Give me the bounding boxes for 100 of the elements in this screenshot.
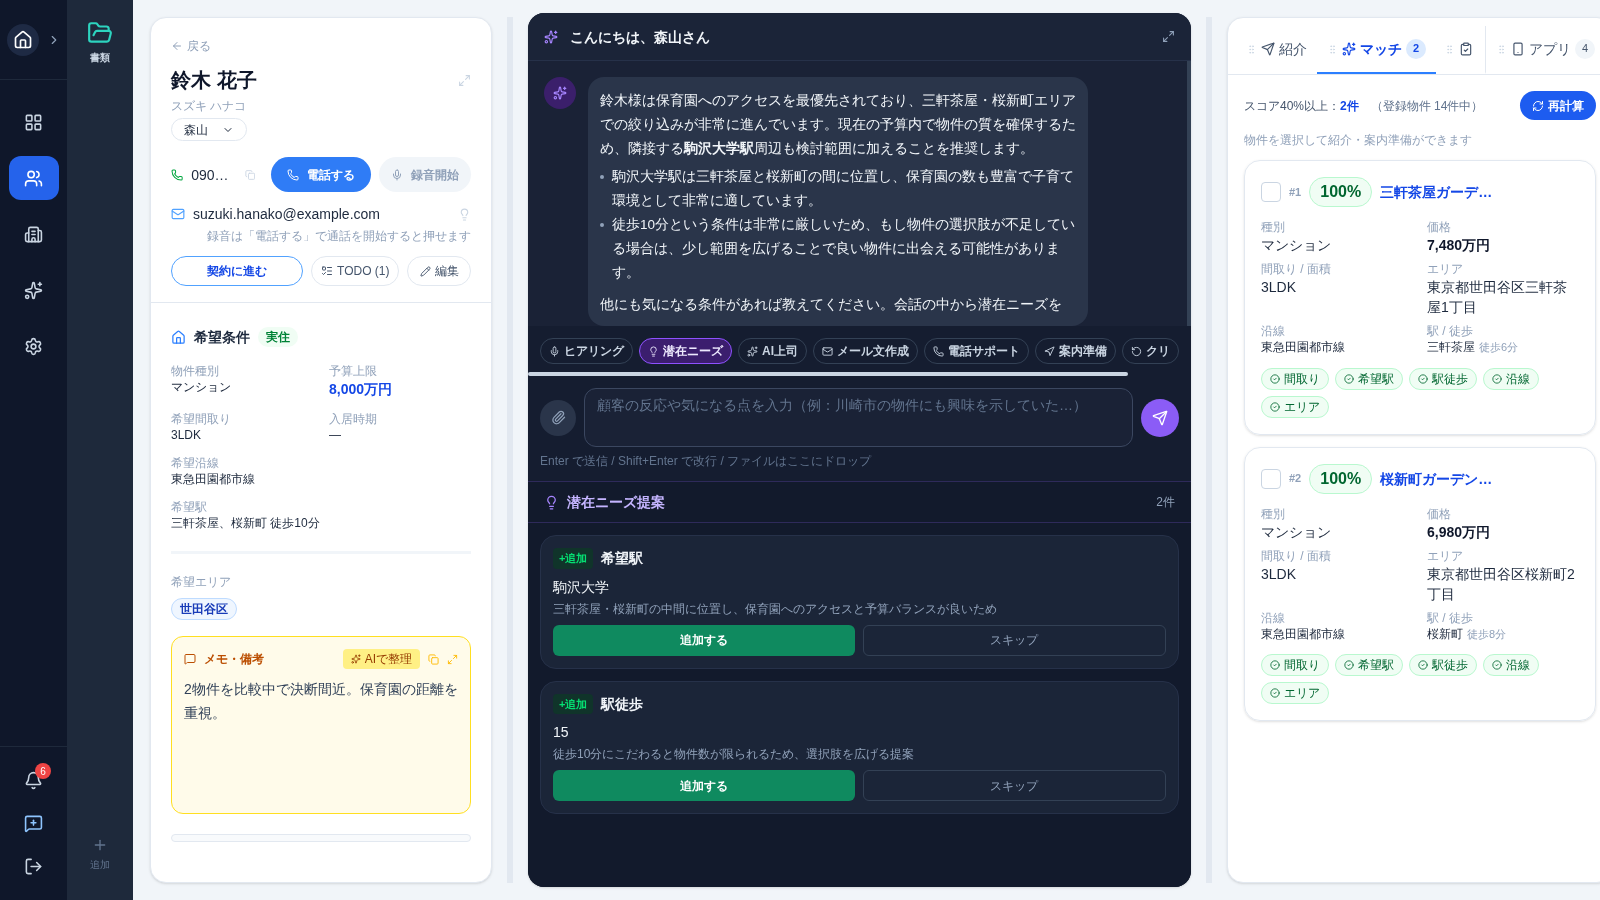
field-label: 間取り / 面積 bbox=[1261, 547, 1332, 564]
add-tag: +追加 bbox=[553, 693, 594, 714]
field-label: 希望沿線 bbox=[171, 455, 220, 471]
walk-time: 徒歩8分 bbox=[1467, 626, 1507, 642]
field-value: マンション bbox=[171, 379, 232, 395]
tab-badge: 4 bbox=[1575, 39, 1595, 59]
match-tag: 駅徒歩 bbox=[1409, 654, 1477, 676]
walk-time: 徒歩6分 bbox=[1479, 340, 1519, 355]
suggestion-reason: 三軒茶屋・桜新町の中間に位置し、保育園へのアクセスと予算バランスが良いため bbox=[553, 600, 998, 617]
field-label: 希望エリア bbox=[171, 574, 232, 590]
field-label: 価格 bbox=[1427, 219, 1452, 235]
field-label: 沿線 bbox=[1261, 323, 1286, 339]
panel-tab[interactable]: アプリ 4 bbox=[1485, 26, 1600, 74]
suggestion-field: 希望駅 bbox=[601, 548, 644, 569]
field-value: 東急田園都市線 bbox=[171, 471, 256, 487]
skip-button[interactable]: スキップ bbox=[862, 770, 1166, 801]
field-value: 東急田園都市線 bbox=[1261, 339, 1345, 355]
field-value: 三軒茶屋 bbox=[1427, 339, 1475, 355]
field-label: 種別 bbox=[1261, 219, 1286, 235]
suggestion-value: 15 bbox=[553, 723, 570, 742]
match-tag: エリア bbox=[1261, 395, 1329, 418]
property-name[interactable]: 桜新町ガーデン… bbox=[1380, 468, 1493, 489]
field-value: 3LDK bbox=[1261, 564, 1297, 584]
field-value: 東急田園都市線 bbox=[1261, 625, 1345, 642]
status-badge: 実住 bbox=[258, 327, 298, 347]
input-hint: Enter で送信 / Shift+Enter で改行 / ファイルはここにドロップ bbox=[539, 453, 873, 469]
notification-badge: 6 bbox=[35, 763, 51, 779]
score-note: （登録物件 14件中） bbox=[1370, 97, 1485, 114]
call-button[interactable]: 電話する bbox=[271, 157, 371, 192]
suggestions-count: 2件 bbox=[1156, 494, 1175, 510]
field-value: — bbox=[329, 427, 342, 443]
score-badge: 100% bbox=[1309, 463, 1373, 494]
phone-number: 090… bbox=[191, 165, 229, 185]
field-value: マンション bbox=[1261, 522, 1331, 542]
property-rank: #1 bbox=[1289, 184, 1302, 200]
match-tag: 沿線 bbox=[1483, 367, 1539, 390]
message-text: 鈴木様は保育園へのアクセスを最優先されており、三軒茶屋・桜新町エリアでの絞り込みが非常に進んでいます。現在の予算内で物件の質を確保するため、隣接する駒沢大学駅周辺も検討範囲に加えることを推奨します。 bbox=[600, 92, 1076, 158]
match-tag: エリア bbox=[1261, 682, 1329, 704]
memo-text: 2物件を比較中で決断間近。保育園の距離を重視。 bbox=[184, 680, 458, 723]
recalculate-button[interactable]: 再計算 bbox=[1520, 91, 1596, 120]
field-label: 入居時期 bbox=[329, 411, 378, 427]
match-tag: 希望駅 bbox=[1335, 367, 1403, 390]
field-label: エリア bbox=[1427, 261, 1464, 277]
field-value: 3LDK bbox=[1261, 278, 1297, 297]
email-address: suzuki.hanako@example.com bbox=[193, 205, 381, 224]
skip-button[interactable]: スキップ bbox=[862, 624, 1166, 656]
add-button[interactable]: 追加する bbox=[553, 770, 855, 801]
field-label: 価格 bbox=[1427, 505, 1452, 522]
field-value: 6,980万円 bbox=[1427, 522, 1491, 542]
suggestion-field: 駅徒歩 bbox=[601, 693, 644, 714]
match-tag: 駅徒歩 bbox=[1409, 367, 1477, 390]
field-label: 予算上限 bbox=[329, 363, 378, 379]
field-value: 8,000万円 bbox=[329, 380, 394, 399]
suggestion-reason: 徒歩10分にこだわると物件数が限られるため、選択肢を広げる提案 bbox=[553, 746, 916, 762]
match-tag: 間取り bbox=[1261, 654, 1329, 676]
suggestions-title: 潜在ニーズ提案 bbox=[567, 493, 666, 512]
score-label: スコア40%以上： bbox=[1244, 97, 1341, 114]
field-value: 三軒茶屋、桜新町 徒歩10分 bbox=[171, 515, 321, 531]
customer-name: 鈴木 花子 bbox=[171, 68, 257, 93]
match-tag: 希望駅 bbox=[1335, 654, 1403, 676]
memo-title: メモ・備考 bbox=[204, 651, 265, 667]
message-input[interactable]: 顧客の反応や気になる点を入力（例：川崎市の物件にも興味を示していた…） bbox=[584, 388, 1133, 447]
score-count: 2件 bbox=[1340, 97, 1359, 114]
field-label: エリア bbox=[1427, 547, 1464, 564]
field-value: 3LDK bbox=[171, 427, 203, 443]
field-value: マンション bbox=[1261, 236, 1331, 255]
field-label: 駅 / 徒歩 bbox=[1427, 323, 1474, 339]
score-badge: 100% bbox=[1309, 177, 1373, 207]
greeting-title: こんにちは、森山さん bbox=[570, 27, 711, 47]
section-title: 希望条件 bbox=[194, 328, 250, 347]
record-hint: 録音は「電話する」で通話を開始すると押せます bbox=[207, 228, 471, 244]
field-label: 希望間取り bbox=[171, 411, 232, 427]
message-text: 他にも気になる条件があれば教えてください。会話の中から潜在ニーズを bbox=[600, 296, 1063, 314]
match-tag: 沿線 bbox=[1483, 654, 1539, 676]
area-tag: 世田谷区 bbox=[171, 598, 237, 620]
field-label: 沿線 bbox=[1261, 609, 1286, 626]
add-tag: +追加 bbox=[553, 548, 594, 569]
quick-action-chip[interactable]: 潜在ニーズ bbox=[639, 338, 732, 364]
suggestion-value: 駒沢大学 bbox=[553, 577, 610, 597]
property-rank: #2 bbox=[1289, 471, 1302, 487]
field-value: 東京都世田谷区三軒茶屋1丁目 bbox=[1427, 278, 1568, 317]
field-label: 希望駅 bbox=[171, 499, 208, 515]
panel-tab[interactable]: マッチ 2 bbox=[1317, 26, 1436, 74]
add-button[interactable]: 追加する bbox=[553, 624, 855, 656]
field-value: 桜新町 bbox=[1427, 625, 1463, 642]
field-label: 間取り / 面積 bbox=[1261, 261, 1332, 277]
folder-label[interactable]: 書類 bbox=[90, 50, 110, 65]
field-label: 種別 bbox=[1261, 505, 1286, 522]
selection-hint: 物件を選択して紹介・案内準備ができます bbox=[1244, 132, 1473, 148]
field-value: 7,480万円 bbox=[1427, 236, 1491, 255]
field-label: 物件種別 bbox=[171, 363, 220, 379]
message-bullet: 駒沢大学駅は三軒茶屋と桜新町の間に位置し、保育園の数も豊富で子育て環境として非常に適しています。 bbox=[612, 168, 1075, 210]
message-bullet: 徒歩10分という条件は非常に厳しいため、もし物件の選択肢が不足している場合は、少し範囲を広げることで良い物件に出会える可能性があります。 bbox=[612, 216, 1076, 282]
panel-tab[interactable]: 紹介 bbox=[1236, 26, 1317, 74]
field-value: 東京都世田谷区桜新町2丁目 bbox=[1427, 564, 1576, 604]
ai-organize-button[interactable]: AIで整理 bbox=[342, 649, 420, 669]
tab-badge: 2 bbox=[1406, 39, 1426, 59]
property-name[interactable]: 三軒茶屋ガーデ… bbox=[1380, 182, 1493, 202]
field-label: 駅 / 徒歩 bbox=[1427, 609, 1474, 626]
customer-kana: スズキ ハナコ bbox=[171, 98, 248, 114]
